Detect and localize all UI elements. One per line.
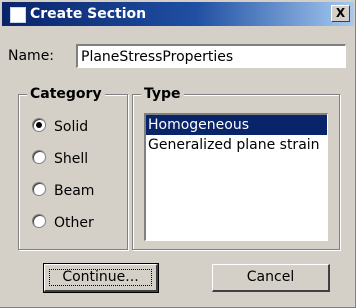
radio-solid[interactable]: Solid: [32, 117, 88, 137]
radio-button-icon[interactable]: [32, 150, 46, 164]
radio-label: Solid: [54, 119, 89, 135]
focus-rectangle: [49, 269, 152, 286]
radio-button-icon[interactable]: [32, 214, 46, 228]
type-list[interactable]: Homogeneous Generalized plane strain: [144, 113, 328, 241]
create-section-dialog: Create Section X Name: Category Solid Sh…: [0, 0, 356, 308]
name-label: Name:: [8, 48, 55, 64]
radio-button-icon[interactable]: [32, 182, 46, 196]
radio-label: Beam: [54, 183, 95, 199]
dialog-title: Create Section: [30, 6, 147, 22]
cancel-button-label: Cancel: [246, 269, 295, 285]
continue-button[interactable]: Continue...: [43, 263, 159, 293]
list-item-homogeneous[interactable]: Homogeneous: [146, 115, 327, 135]
category-title: Category: [27, 85, 105, 103]
radio-other[interactable]: Other: [32, 213, 94, 233]
radio-label: Shell: [54, 151, 89, 167]
window-icon: [10, 7, 26, 23]
close-icon[interactable]: X: [331, 5, 350, 22]
radio-button-icon[interactable]: [32, 118, 46, 132]
category-group: Category Solid Shell Beam Other: [18, 85, 128, 250]
cancel-button[interactable]: Cancel: [212, 264, 330, 292]
type-group: Type Homogeneous Generalized plane strai…: [132, 85, 340, 250]
title-bar[interactable]: Create Section X: [2, 2, 354, 26]
radio-beam[interactable]: Beam: [32, 181, 94, 201]
list-item-generalized-plane-strain[interactable]: Generalized plane strain: [146, 135, 327, 155]
radio-shell[interactable]: Shell: [32, 149, 88, 169]
name-field[interactable]: [76, 44, 346, 68]
radio-label: Other: [54, 215, 94, 231]
type-title: Type: [141, 85, 184, 103]
